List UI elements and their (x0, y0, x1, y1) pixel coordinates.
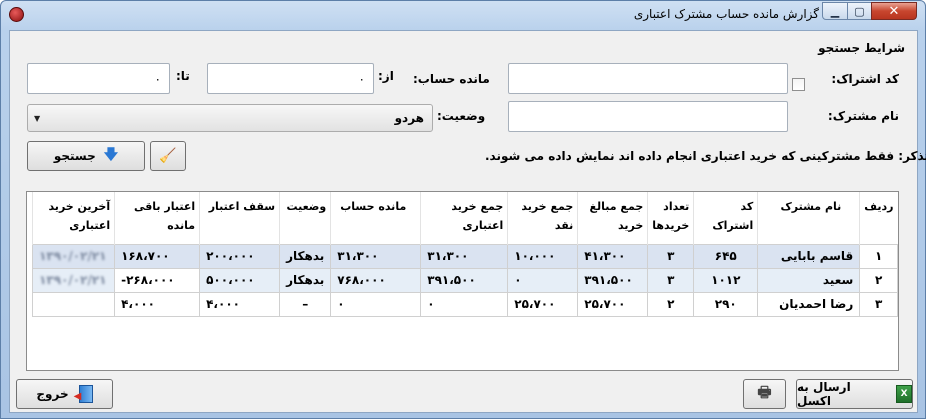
column-header[interactable]: تعداد خریدها (647, 192, 694, 244)
column-header[interactable]: جمع خرید اعتباری (420, 192, 508, 244)
subscriber-code-input[interactable] (508, 63, 788, 94)
column-header[interactable]: وضعیت (279, 192, 331, 244)
export-excel-label: ارسال به اکسل (797, 380, 851, 408)
exit-door-icon: ◀ (74, 385, 93, 403)
subscriber-name-input[interactable] (508, 101, 788, 132)
printer-icon: 🖶 (757, 382, 772, 401)
cell-total-purchases[interactable]: ۲۵،۷۰۰ (577, 291, 649, 317)
balance-from-value: ۰ (358, 71, 365, 86)
last-credit-purchase-value: ۱۳۹۰/۰۲/۲۱ (39, 249, 107, 263)
maximize-icon: ▢ (854, 4, 865, 18)
from-label: از: (378, 69, 394, 83)
cell-balance[interactable]: ۷۶۸،۰۰۰ (330, 267, 422, 293)
cell-purchase-count[interactable]: ۲ (647, 291, 695, 317)
chevron-down-icon: ▼ (34, 113, 41, 123)
close-icon: ✕ (888, 3, 900, 19)
cell-subscriber-name[interactable]: قاسم بابایی (757, 243, 861, 269)
arrow-down-icon: 🡇 (103, 147, 119, 163)
cell-credit-limit[interactable]: ۵۰۰،۰۰۰ (199, 267, 281, 293)
row-number[interactable]: ۳ (859, 291, 898, 317)
exit-button-label: خروج (36, 387, 69, 401)
status-dropdown-value: هردو (394, 111, 424, 125)
table-header-row: ردیف نام مشترک کد اشتراک تعداد خریدها جم… (32, 192, 898, 244)
column-header[interactable]: سقف اعتبار (199, 192, 280, 244)
cell-status[interactable]: بدهکار (279, 267, 332, 293)
app-window: گزارش مانده حساب مشترک اعتباری ▁ ▢ ✕ شرا… (0, 0, 926, 419)
app-icon[interactable] (9, 7, 24, 22)
cell-balance[interactable]: ۳۱،۳۰۰ (330, 243, 422, 269)
table-row[interactable]: ۱ قاسم بابایی ۶۴۵ ۳ ۴۱،۳۰۰ ۱۰،۰۰۰ ۳۱،۳۰۰… (32, 243, 898, 269)
cell-subscriber-name[interactable]: رضا احمدیان (757, 291, 861, 317)
search-button[interactable]: جستجو 🡇 (27, 141, 145, 171)
column-header[interactable]: آخرین خرید اعتباری (32, 192, 115, 244)
status-label: وضعیت: (437, 109, 486, 123)
table-row[interactable]: ۲ سعید ۱۰۱۲ ۳ ۳۹۱،۵۰۰ ۰ ۳۹۱،۵۰۰ ۷۶۸،۰۰۰ … (32, 267, 898, 293)
column-header[interactable]: جمع خرید نقد (507, 192, 578, 244)
results-grid[interactable]: ردیف نام مشترک کد اشتراک تعداد خریدها جم… (26, 191, 899, 371)
cell-total-purchases[interactable]: ۳۹۱،۵۰۰ (577, 267, 649, 293)
subscriber-code-label: کد اشتراک: (831, 72, 899, 86)
cell-purchase-count[interactable]: ۳ (647, 243, 695, 269)
table-row[interactable]: ۳ رضا احمدیان ۲۹۰ ۲ ۲۵،۷۰۰ ۲۵،۷۰۰ ۰ ۰ – … (32, 291, 898, 317)
results-table: ردیف نام مشترک کد اشتراک تعداد خریدها جم… (32, 192, 898, 317)
cell-cash-purchases[interactable]: ۱۰،۰۰۰ (507, 243, 579, 269)
print-button[interactable]: 🖶 (743, 379, 786, 409)
column-header[interactable]: مانده حساب (330, 192, 421, 244)
cell-credit-limit[interactable]: ۲۰۰،۰۰۰ (199, 243, 281, 269)
minimize-button[interactable]: ▁ (822, 2, 848, 20)
cell-remaining-credit[interactable]: ۱۶۸،۷۰۰ (114, 243, 201, 269)
row-number[interactable]: ۱ (859, 243, 898, 269)
cell-subscriber-code[interactable]: ۶۴۵ (693, 243, 759, 269)
column-header[interactable]: کد اشتراک (693, 192, 758, 244)
column-header[interactable]: نام مشترک (757, 192, 860, 244)
broom-icon: 🧹 (159, 148, 177, 164)
balance-from-input[interactable]: ۰ (207, 63, 374, 94)
minimize-icon: ▁ (830, 4, 840, 18)
window-title: گزارش مانده حساب مشترک اعتباری (633, 7, 819, 21)
search-group-title: شرایط جستجو (818, 41, 905, 55)
cell-purchase-count[interactable]: ۳ (647, 267, 695, 293)
title-bar: گزارش مانده حساب مشترک اعتباری ▁ ▢ ✕ (1, 1, 925, 28)
cell-last-credit-purchase[interactable]: ۱۳۹۰/۰۲/۲۱ (32, 243, 116, 269)
last-credit-purchase-value: ۱۳۹۰/۰۲/۲۱ (39, 273, 107, 287)
cell-status[interactable]: – (279, 291, 332, 317)
cell-cash-purchases[interactable]: ۰ (507, 267, 579, 293)
cell-credit-purchases[interactable]: ۳۹۱،۵۰۰ (420, 267, 509, 293)
subscriber-name-label: نام مشترک: (827, 109, 899, 123)
cell-balance[interactable]: ۰ (330, 291, 422, 317)
balance-to-input[interactable]: ۰ (27, 63, 170, 94)
search-button-label: جستجو (53, 149, 96, 163)
cell-cash-purchases[interactable]: ۲۵،۷۰۰ (507, 291, 579, 317)
maximize-button[interactable]: ▢ (847, 2, 872, 20)
cell-credit-limit[interactable]: ۴،۰۰۰ (199, 291, 281, 317)
export-excel-button[interactable]: ارسال به اکسل X (796, 379, 913, 409)
info-note: i تذکر: فقط مشترکینی که خرید اعتباری انج… (485, 149, 926, 163)
cell-subscriber-name[interactable]: سعید (757, 267, 861, 293)
cell-remaining-credit[interactable]: -۲۶۸،۰۰۰ (114, 267, 201, 293)
column-header[interactable]: ردیف (859, 192, 898, 244)
cell-subscriber-code[interactable]: ۱۰۱۲ (693, 267, 759, 293)
balance-label: مانده حساب: (413, 72, 490, 86)
cell-total-purchases[interactable]: ۴۱،۳۰۰ (577, 243, 649, 269)
cell-last-credit-purchase[interactable] (32, 291, 116, 317)
cell-credit-purchases[interactable]: ۰ (420, 291, 509, 317)
cell-remaining-credit[interactable]: ۴،۰۰۰ (114, 291, 201, 317)
cell-credit-purchases[interactable]: ۳۱،۳۰۰ (420, 243, 509, 269)
excel-icon: X (896, 385, 912, 403)
column-header[interactable]: جمع مبالغ خرید (577, 192, 648, 244)
cell-last-credit-purchase[interactable]: ۱۳۹۰/۰۲/۲۱ (32, 267, 116, 293)
column-header[interactable]: اعتبار باقی مانده (114, 192, 200, 244)
cell-status[interactable]: بدهکار (279, 243, 332, 269)
status-dropdown[interactable]: هردو ▼ (27, 104, 433, 132)
subscriber-code-checkbox[interactable] (792, 78, 805, 91)
row-number[interactable]: ۲ (859, 267, 898, 293)
exit-button[interactable]: خروج ◀ (16, 379, 113, 409)
to-label: تا: (176, 69, 190, 83)
info-note-text: تذکر: فقط مشترکینی که خرید اعتباری انجام… (485, 149, 926, 163)
clear-button[interactable]: 🧹 (150, 141, 186, 171)
balance-to-value: ۰ (154, 71, 161, 86)
cell-subscriber-code[interactable]: ۲۹۰ (693, 291, 759, 317)
close-button[interactable]: ✕ (871, 2, 917, 20)
